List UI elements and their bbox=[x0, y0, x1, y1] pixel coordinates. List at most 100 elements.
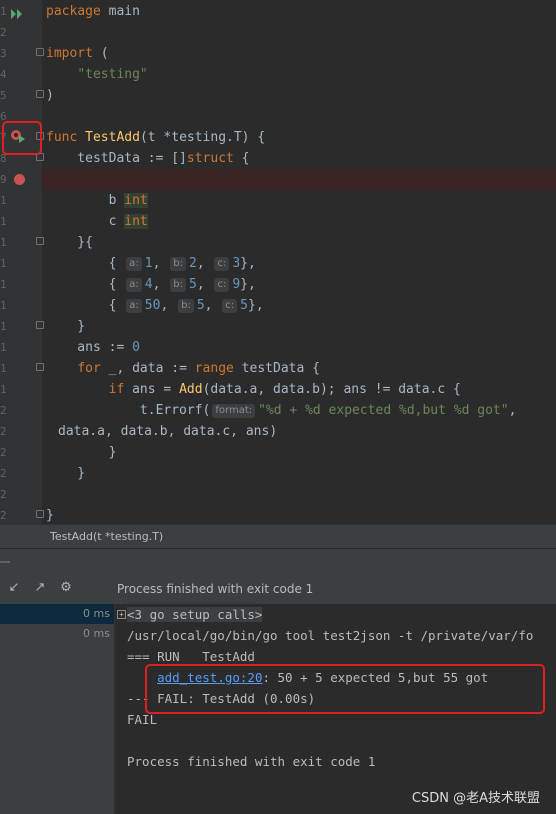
code-editor[interactable]: 1 package main 2 3 import (4 "testing" 5) 6 7 fu… bbox=[0, 0, 556, 524]
code-token: testData { bbox=[233, 361, 320, 376]
code-token: { bbox=[46, 277, 125, 292]
code-line[interactable]: 17 ans := 0 bbox=[0, 337, 556, 358]
code-line[interactable]: 6 bbox=[0, 106, 556, 127]
code-token: b bbox=[46, 193, 125, 208]
code-line[interactable]: 2 bbox=[0, 22, 556, 43]
code-line[interactable]: 3 import ( bbox=[0, 43, 556, 64]
line-number: 11 bbox=[0, 215, 6, 228]
code-token: } bbox=[46, 508, 54, 523]
code-line[interactable]: 4 "testing" bbox=[0, 64, 556, 85]
code-text: for _, data := range testData { bbox=[46, 358, 320, 379]
fold-marker[interactable] bbox=[36, 48, 44, 56]
export-icon[interactable]: ↗ bbox=[32, 580, 48, 596]
code-line[interactable]: 5) bbox=[0, 85, 556, 106]
line-number: 22 bbox=[0, 446, 6, 459]
test-tree[interactable]: 0 ms 0 ms bbox=[0, 604, 115, 814]
settings-icon[interactable]: ⚙ bbox=[58, 580, 74, 596]
code-token: int bbox=[124, 214, 148, 229]
line-number: 16 bbox=[0, 320, 6, 333]
code-text: ) bbox=[46, 85, 54, 106]
code-text: ans := 0 bbox=[46, 337, 140, 358]
run-icon[interactable] bbox=[10, 5, 24, 19]
expand-icon[interactable]: + bbox=[117, 610, 126, 619]
tree-row[interactable]: 0 ms bbox=[0, 624, 114, 644]
parameter-hint: a: bbox=[126, 257, 142, 271]
code-token: === RUN TestAdd bbox=[127, 649, 255, 664]
code-token: 9 bbox=[232, 277, 241, 292]
code-text: } bbox=[46, 463, 85, 484]
console-line: <3 go setup calls> bbox=[127, 604, 263, 625]
code-token: 3 bbox=[232, 256, 241, 271]
console-output[interactable]: + <3 go setup calls> /usr/local/go/bin/go… bbox=[115, 604, 556, 814]
code-token: } bbox=[46, 319, 86, 334]
code-line[interactable]: 12 }{ bbox=[0, 232, 556, 253]
code-token: , bbox=[160, 298, 177, 313]
code-line[interactable]: 1 package main bbox=[0, 1, 556, 22]
code-token: }, bbox=[248, 298, 264, 313]
code-text: func TestAdd(t *testing.T) { bbox=[46, 127, 265, 148]
code-token: ans = bbox=[124, 382, 180, 397]
code-line[interactable]: 15 { a:50, b:5, c:5}, bbox=[0, 295, 556, 316]
line-number: 5 bbox=[0, 89, 6, 102]
code-token: Add bbox=[179, 382, 203, 397]
code-token: }, bbox=[240, 277, 256, 292]
test-time: 0 ms bbox=[83, 627, 110, 640]
code-line[interactable]: 8 testData := []struct { bbox=[0, 148, 556, 169]
code-token: data.a, data.b, data.c, ans) bbox=[58, 424, 278, 439]
code-line[interactable]: 18 for _, data := range testData { bbox=[0, 358, 556, 379]
code-token: , bbox=[508, 403, 517, 418]
line-number: 10 bbox=[0, 194, 6, 207]
fold-marker[interactable] bbox=[36, 90, 44, 98]
code-line[interactable]: 24 bbox=[0, 484, 556, 505]
code-line[interactable]: 11 c int bbox=[0, 211, 556, 232]
code-line[interactable]: 20 t.Errorf(format:"%d + %d expected %d,… bbox=[0, 400, 556, 421]
fold-marker[interactable] bbox=[36, 363, 44, 371]
code-token: Process finished with exit code 1 bbox=[127, 754, 376, 769]
code-line[interactable]: 13 { a:1, b:2, c:3}, bbox=[0, 253, 556, 274]
panel-grip[interactable] bbox=[0, 561, 10, 563]
code-token: , bbox=[196, 256, 213, 271]
code-text: package main bbox=[46, 1, 140, 22]
code-line[interactable]: 16 } bbox=[0, 316, 556, 337]
sort-icon[interactable]: ↙ bbox=[6, 580, 22, 596]
parameter-hint: b: bbox=[178, 299, 194, 313]
code-line[interactable]: 7 func TestAdd(t *testing.T) { bbox=[0, 127, 556, 148]
breakpoint-icon[interactable] bbox=[14, 174, 25, 185]
code-token: <3 go setup calls> bbox=[127, 607, 263, 622]
code-text: } bbox=[46, 505, 54, 524]
fold-marker[interactable] bbox=[36, 510, 44, 518]
annotation-box bbox=[145, 664, 545, 714]
code-token: , bbox=[204, 298, 221, 313]
line-number: 1 bbox=[0, 5, 6, 18]
code-token: } bbox=[46, 445, 117, 460]
code-token: /usr/local/go/bin/go tool test2json -t /… bbox=[127, 628, 534, 643]
fold-marker[interactable] bbox=[36, 321, 44, 329]
code-line[interactable]: 10 b int bbox=[0, 190, 556, 211]
fold-marker[interactable] bbox=[36, 237, 44, 245]
code-line[interactable]: 21 data.a, data.b, data.c, ans) bbox=[0, 421, 556, 442]
code-line[interactable]: 19 if ans = Add(data.a, data.b); ans != … bbox=[0, 379, 556, 400]
breadcrumb[interactable]: TestAdd(t *testing.T) bbox=[0, 524, 556, 549]
code-token: range bbox=[194, 361, 234, 376]
panel-divider bbox=[0, 548, 556, 575]
breadcrumb-label[interactable]: TestAdd(t *testing.T) bbox=[50, 530, 163, 543]
code-token: { bbox=[46, 256, 125, 271]
code-line[interactable]: 22 } bbox=[0, 442, 556, 463]
parameter-hint: c: bbox=[214, 257, 230, 271]
code-token: ) bbox=[46, 88, 54, 103]
line-number: 19 bbox=[0, 383, 6, 396]
code-token: if bbox=[108, 382, 125, 397]
code-line[interactable]: 23 } bbox=[0, 463, 556, 484]
code-line[interactable]: 25} bbox=[0, 505, 556, 524]
code-token: "testing" bbox=[77, 67, 148, 82]
code-token: package bbox=[46, 4, 109, 19]
line-number: 3 bbox=[0, 47, 6, 60]
code-line[interactable]: 14 { a:4, b:5, c:9}, bbox=[0, 274, 556, 295]
code-text: } bbox=[46, 442, 117, 463]
code-token: ans := bbox=[46, 340, 133, 355]
console-line: Process finished with exit code 1 bbox=[127, 751, 375, 772]
tree-row-selected[interactable]: 0 ms bbox=[0, 604, 114, 624]
code-token: 0 bbox=[132, 340, 140, 355]
parameter-hint: b: bbox=[170, 257, 186, 271]
